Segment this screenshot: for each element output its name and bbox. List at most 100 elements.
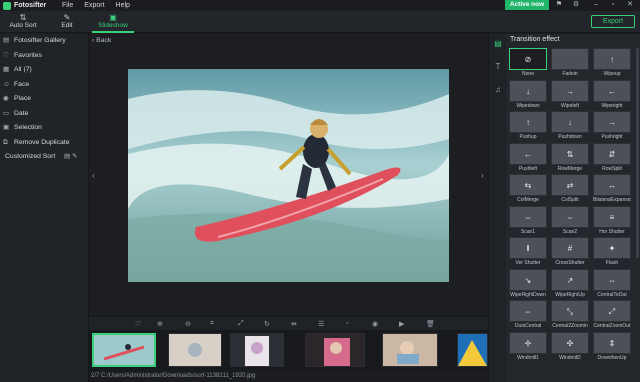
active-now-button[interactable]: Active now xyxy=(505,0,549,10)
play-icon[interactable]: ▶ xyxy=(399,320,404,328)
transition-pushup[interactable]: ↑ Pushup xyxy=(509,111,547,140)
customized-sort-label: Customized Sort xyxy=(5,153,56,160)
sidebar-item-selection[interactable]: ▣ Selection xyxy=(0,121,88,136)
transition-none[interactable]: ⊘ None xyxy=(509,48,547,77)
rotate-icon[interactable]: ↻ xyxy=(264,320,270,328)
title-bar: Fotosifter File Export Help Active now ⚑… xyxy=(0,0,640,11)
transition-preview: ⤢ xyxy=(593,300,631,322)
delete-icon[interactable]: 🗑 xyxy=(426,320,435,328)
sidebar-item-remove-duplicate[interactable]: ⧉ Remove Duplicate xyxy=(0,136,88,151)
thumbnail-5[interactable] xyxy=(382,333,438,367)
transition-preview: ⇔ xyxy=(593,268,631,291)
thumbnail-1[interactable] xyxy=(92,333,156,367)
transition-colmerge[interactable]: ⇆ ColMerge xyxy=(509,174,547,203)
add-folder-icon[interactable]: ▤ xyxy=(64,153,70,160)
settings-icon[interactable]: ⚙ xyxy=(572,1,580,9)
adjust-icon[interactable]: ☰ xyxy=(318,320,324,328)
frame-icon[interactable]: ▫ xyxy=(346,320,348,327)
sidebar-item-date[interactable]: ▭ Date xyxy=(0,107,88,122)
fit-icon[interactable]: ⤢ xyxy=(238,320,244,328)
transition-scan1[interactable]: ⌣ Scan1 xyxy=(509,205,547,235)
transition-wipeleft[interactable]: → Wipeleft xyxy=(551,79,589,109)
transition-rowsplit[interactable]: ⇵ RowSplit xyxy=(593,142,631,172)
close-icon[interactable]: ✕ xyxy=(626,1,634,9)
zoom-in-icon[interactable]: ⊕ xyxy=(157,320,163,328)
edit-sort-icon[interactable]: ✎ xyxy=(72,153,77,160)
back-button[interactable]: ‹ Back xyxy=(92,37,111,44)
transition-label: Wipeleft xyxy=(560,102,580,109)
menu-file[interactable]: File xyxy=(62,2,73,9)
transition-hor-shutter[interactable]: ≡ Hor Shutter xyxy=(593,205,631,235)
transition-wiperightdown[interactable]: ↘ WipeRightDown xyxy=(509,268,547,298)
text-tab-icon[interactable]: T xyxy=(493,62,503,72)
favorite-icon[interactable]: ♡ xyxy=(135,320,141,328)
transition-centraltoout[interactable]: ⇔ CentralToOut xyxy=(593,268,631,298)
transition-pushdown[interactable]: ↓ Pushdown xyxy=(551,111,589,140)
transition-glyph-icon: ↑ xyxy=(526,118,530,127)
transition-rowmerge[interactable]: ⇅ RowMerge xyxy=(551,142,589,172)
transition-preview: ✢ xyxy=(509,331,547,354)
thumbnail-4[interactable] xyxy=(305,333,365,367)
transition-tab-icon[interactable]: ▤ xyxy=(493,39,503,49)
view-icon[interactable]: ◉ xyxy=(372,320,378,328)
transition-central2zoomin[interactable]: ⤡ Central2Zoomin xyxy=(551,300,589,329)
next-arrow-icon[interactable]: › xyxy=(481,171,484,180)
transition-centralzoomout[interactable]: ⤢ CentralZoomOut xyxy=(593,300,631,329)
minimize-icon[interactable]: – xyxy=(592,1,600,9)
main-photo xyxy=(128,69,449,282)
transition-ver-shutter[interactable]: ‖ Ver Shutter xyxy=(509,237,547,266)
transition-preview: ← xyxy=(509,142,547,165)
transition-label: WipeRightUp xyxy=(555,291,585,298)
transition-colsplit[interactable]: ⇄ ColSplit xyxy=(551,174,589,203)
transition-wiperight[interactable]: ← Wiperight xyxy=(593,79,631,109)
zoom-out-icon[interactable]: ⊖ xyxy=(185,320,191,328)
auto-sort-button[interactable]: ⇅ Auto Sort xyxy=(8,13,38,29)
customized-sort[interactable]: Customized Sort ▤ ✎ xyxy=(0,150,88,164)
thumbnail-2[interactable] xyxy=(168,333,222,367)
transition-flash[interactable]: ✦ Flash xyxy=(593,237,631,266)
sidebar: ▤ Fotosifter Gallery ♡ Favorites ▦ All (7) … xyxy=(0,34,89,382)
music-tab-icon[interactable]: ♫ xyxy=(493,85,503,95)
sidebar-item-place[interactable]: ◉ Place xyxy=(0,92,88,107)
transition-scan2[interactable]: ⌣ Scan2 xyxy=(551,205,589,235)
transition-wipeup[interactable]: ↑ Wipeup xyxy=(593,48,631,77)
transition-preview: → xyxy=(551,79,589,102)
sidebar-item-gallery[interactable]: ▤ Fotosifter Gallery xyxy=(0,34,88,49)
transition-label: ColMerge xyxy=(517,197,539,203)
flip-icon[interactable]: ⇹ xyxy=(291,320,297,328)
transition-downthenup[interactable]: ⇕ DownthenUp xyxy=(593,331,631,361)
transition-pushright[interactable]: → Pushright xyxy=(593,111,631,140)
crop-icon[interactable]: ⌗ xyxy=(210,320,214,328)
sidebar-item-favorites[interactable]: ♡ Favorites xyxy=(0,49,88,64)
restore-icon[interactable]: ▫ xyxy=(609,1,617,9)
previous-arrow-icon[interactable]: ‹ xyxy=(92,171,95,180)
transition-pushleft[interactable]: ← Pushleft xyxy=(509,142,547,172)
sidebar-item-all[interactable]: ▦ All (7) xyxy=(0,63,88,78)
transition-outscentral[interactable]: ⇔ OutsCentral xyxy=(509,300,547,329)
transition-preview: ⤡ xyxy=(551,300,589,322)
transition-glyph-icon: ⇕ xyxy=(608,338,616,348)
transition-glyph-icon: ⤡ xyxy=(566,307,574,316)
transition-windmill2[interactable]: ✣ Windmill2 xyxy=(551,331,589,361)
menu-help[interactable]: Help xyxy=(116,2,130,9)
edit-button[interactable]: ✎ Edit xyxy=(56,13,78,29)
thumbnail-3[interactable] xyxy=(230,333,284,367)
transition-wiperightup[interactable]: ↗ WipeRightUp xyxy=(551,268,589,298)
slideshow-button[interactable]: ▣ Slideshow xyxy=(96,13,130,29)
transition-preview: ✣ xyxy=(551,331,589,354)
thumbnail-6[interactable] xyxy=(457,333,488,367)
export-button[interactable]: Export xyxy=(591,15,635,28)
transition-label: Pushdown xyxy=(558,134,582,140)
transition-crossshutter[interactable]: # CrossShutter xyxy=(551,237,589,266)
transition-bilateralexpansion[interactable]: ↔ BilateralExpansion xyxy=(593,174,631,203)
transition-wipedown[interactable]: ↓ Wipedown xyxy=(509,79,547,109)
cart-icon[interactable]: ⚑ xyxy=(555,1,563,9)
panel-tab-rail: ▤ T ♫ xyxy=(488,34,506,382)
panel-scrollbar[interactable] xyxy=(636,48,639,258)
menu-export[interactable]: Export xyxy=(84,2,104,9)
transition-windmill1[interactable]: ✢ Windmill1 xyxy=(509,331,547,361)
transition-fadein[interactable]: Fadein xyxy=(551,48,589,77)
transition-glyph-icon: ⌣ xyxy=(567,212,573,222)
sidebar-item-face[interactable]: ☺ Face xyxy=(0,78,88,93)
transition-label: CentralToOut xyxy=(597,291,627,298)
